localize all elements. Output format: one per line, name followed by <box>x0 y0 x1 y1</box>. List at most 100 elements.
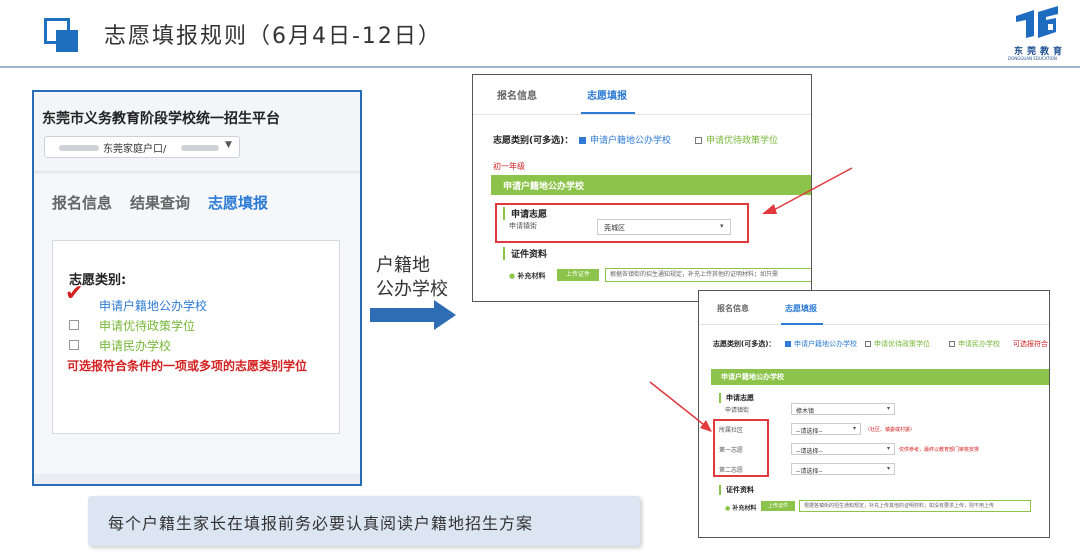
first-choice-select[interactable]: --请选择-- ▾ <box>791 443 895 455</box>
volunteer-form-detail-screenshot: 报名信息 志愿填报 志愿类别(可多选)： 申请户籍地公办学校 申请优待政策学位 … <box>698 290 1050 538</box>
upload-tip: 根据各镇街的招生通知规定，补充上传其他的证明材料；如只需 <box>605 268 811 282</box>
checkbox[interactable] <box>69 320 79 330</box>
platform-header: 东莞市义务教育阶段学校统一招生平台 东莞家庭户口/ ▼ <box>34 92 360 172</box>
arrow-head-icon <box>434 300 456 330</box>
caret-down-icon: ▾ <box>886 445 890 452</box>
section-apply-heading: 申请志愿 <box>503 207 547 220</box>
extra-docs-label-text: 补充材料 <box>732 505 757 512</box>
option-label: 申请优待政策学位 <box>706 136 779 146</box>
option-label: 申请优待政策学位 <box>99 319 196 333</box>
upload-tip: 根据各镇街的招生通知规定，补充上传其他的证明材料；如没有要求上传，则不用上传 <box>799 500 1031 512</box>
option-note: 可选报符合 <box>1013 340 1048 348</box>
page-title: 志愿填报规则（6月4日-12日） <box>104 24 442 49</box>
section-bar: 申请户籍地公办学校 <box>711 369 1049 385</box>
field-community-label: 所属社区 <box>719 427 744 434</box>
caret-down-icon: ▾ <box>886 405 890 412</box>
brand-logo: 东莞教育 DONGGUAN EDUCATION <box>1006 6 1068 64</box>
section-bar-title: 申请户籍地公办学校 <box>721 373 784 381</box>
option-household-public[interactable]: 申请户籍地公办学校 <box>785 339 857 349</box>
second-choice-value: --请选择-- <box>796 468 823 475</box>
town-select[interactable]: 莞城区 ▾ <box>597 219 731 235</box>
upload-button[interactable]: 上传证件 <box>761 501 795 511</box>
header-logo-fill <box>56 30 78 52</box>
caret-down-icon: ▼ <box>225 140 232 150</box>
arrow-label: 户籍地 公办学校 <box>376 254 448 302</box>
type-label: 志愿类别(可多选)： <box>713 340 776 348</box>
checkbox-checked[interactable] <box>785 341 791 347</box>
option-private-school[interactable]: 申请民办学校 <box>949 339 1000 349</box>
redacted-text <box>59 145 99 151</box>
section-docs-heading: 证件资料 <box>503 247 547 260</box>
arrow-right-icon <box>370 308 436 322</box>
field-first-choice-label: 第一志愿 <box>719 447 744 454</box>
checkbox-checked[interactable] <box>579 137 586 144</box>
volunteer-form-screenshot: 报名信息 志愿填报 志愿类别(可多选)： 申请户籍地公办学校 申请优待政策学位 … <box>472 74 812 302</box>
option-label: 申请户籍地公办学校 <box>590 136 672 146</box>
second-choice-select[interactable]: --请选择-- ▾ <box>791 463 895 475</box>
account-select[interactable]: 东莞家庭户口/ ▼ <box>44 136 240 158</box>
field-town-label: 申请镇街 <box>509 222 537 230</box>
tab-registration-info[interactable]: 报名信息 <box>497 87 537 102</box>
active-tab-indicator <box>581 112 635 114</box>
tab-registration-info[interactable]: 报名信息 <box>717 303 749 314</box>
active-tab-indicator <box>781 323 823 325</box>
checkbox[interactable] <box>865 341 871 347</box>
community-hint: （社区、镇委或村委） <box>865 427 916 433</box>
platform-title: 东莞市义务教育阶段学校统一招生平台 <box>42 111 280 127</box>
checkmark-icon: ✔ <box>65 281 84 306</box>
field-second-choice-label: 第二志愿 <box>719 467 744 474</box>
option-label: 申请户籍地公办学校 <box>99 299 208 313</box>
tab-volunteer-fill[interactable]: 志愿填报 <box>785 303 817 314</box>
section-docs-heading: 证件资料 <box>719 485 754 495</box>
platform-body: 志愿类别: ✔ 申请户籍地公办学校 申请优待政策学位 申请民办学校 可选报符合条… <box>34 234 360 474</box>
option-label: 申请户籍地公办学校 <box>794 340 857 348</box>
town-select[interactable]: 樟木镇 ▾ <box>791 403 895 415</box>
platform-tabs: 报名信息 结果查询 志愿填报 <box>34 174 360 234</box>
account-select-value: 东莞家庭户口/ <box>103 144 167 155</box>
option-label: 申请民办学校 <box>99 339 172 353</box>
tab-volunteer-fill[interactable]: 志愿填报 <box>587 87 627 102</box>
option-household-public[interactable]: 申请户籍地公办学校 <box>579 133 671 146</box>
form-tabs: 报名信息 志愿填报 <box>473 75 811 115</box>
section-apply-heading: 申请志愿 <box>719 393 754 403</box>
checkbox[interactable] <box>69 340 79 350</box>
caret-down-icon: ▾ <box>886 465 890 472</box>
type-label: 志愿类别(可多选)： <box>493 136 574 146</box>
extra-docs-label: ● 补充材料 <box>509 272 546 280</box>
arrow-label-line1: 户籍地 <box>376 255 430 276</box>
bottom-note: 每个户籍生家长在填报前务必要认真阅读户籍地招生方案 <box>88 496 640 546</box>
field-town-label: 申请镇街 <box>725 407 750 414</box>
option-label: 申请优待政策学位 <box>874 340 930 348</box>
first-choice-hint: 仅供参考，最终以教育部门审核安排 <box>899 447 980 453</box>
extra-docs-label-text: 补充材料 <box>517 272 546 280</box>
extra-docs-label: ● 补充材料 <box>725 505 757 512</box>
checkbox[interactable] <box>695 137 702 144</box>
redacted-text <box>181 145 219 151</box>
checkbox[interactable] <box>949 341 955 347</box>
option-priority-policy[interactable]: 申请优待政策学位 <box>695 133 778 146</box>
brand-name-en: DONGGUAN EDUCATION <box>1008 56 1057 61</box>
community-select-value: --请选择-- <box>796 428 823 435</box>
arrow-label-line2: 公办学校 <box>376 279 448 300</box>
option-priority-policy[interactable]: 申请优待政策学位 <box>865 339 930 349</box>
section-bar: 申请户籍地公办学校 <box>491 175 811 195</box>
bottom-note-text: 每个户籍生家长在填报前务必要认真阅读户籍地招生方案 <box>108 514 534 533</box>
caret-down-icon: ▾ <box>720 222 724 230</box>
grade-label: 初一年级 <box>493 162 525 171</box>
community-select[interactable]: --请选择-- ▾ <box>791 423 861 435</box>
tab-volunteer-fill[interactable]: 志愿填报 <box>208 192 268 213</box>
platform-screenshot-main: 东莞市义务教育阶段学校统一招生平台 东莞家庭户口/ ▼ 报名信息 结果查询 志愿… <box>32 90 362 486</box>
header-divider <box>0 66 1080 68</box>
tab-result-query[interactable]: 结果查询 <box>130 192 190 213</box>
first-choice-value: --请选择-- <box>796 448 823 455</box>
upload-button[interactable]: 上传证件 <box>557 269 599 281</box>
section-bar-title: 申请户籍地公办学校 <box>503 182 585 192</box>
town-select-value: 莞城区 <box>604 224 625 232</box>
option-label: 申请民办学校 <box>958 340 1000 348</box>
form-tabs: 报名信息 志愿填报 <box>699 291 1049 325</box>
town-select-value: 樟木镇 <box>796 408 815 415</box>
category-note: 可选报符合条件的一项或多项的志愿类别学位 <box>67 359 308 373</box>
brand-mark-icon <box>1016 6 1058 38</box>
tab-registration-info[interactable]: 报名信息 <box>52 192 112 213</box>
category-box: 志愿类别: ✔ 申请户籍地公办学校 申请优待政策学位 申请民办学校 可选报符合条… <box>52 240 340 434</box>
